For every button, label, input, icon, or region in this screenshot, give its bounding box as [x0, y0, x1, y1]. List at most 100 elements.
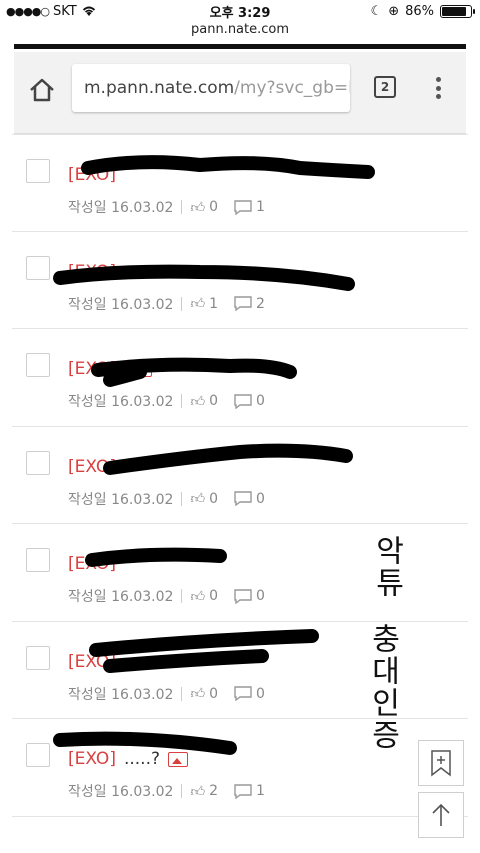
post-title-text: .....?: [123, 749, 160, 769]
post-category: [EXO]: [68, 651, 116, 672]
post-meta: 작성일 16.03.02 👍︎ 0 0: [68, 586, 265, 606]
tab-switcher-button[interactable]: 2: [374, 76, 396, 98]
divider: [181, 589, 183, 603]
post-date: 작성일 16.03.02: [68, 200, 174, 216]
comment-icon: [234, 296, 252, 311]
thumbs-up-icon: 👍︎: [190, 588, 206, 605]
divider: [181, 491, 183, 506]
thumbs-up-icon: 👍︎: [190, 491, 206, 507]
divider: [14, 44, 466, 49]
post-meta: 작성일 16.03.02 👍︎ 0 1: [68, 197, 265, 217]
post-category: [EXO]: [68, 749, 116, 769]
home-button[interactable]: [26, 74, 58, 106]
post-title[interactable]: [EXO]: [68, 554, 124, 574]
image-attached-icon: [168, 751, 188, 767]
like-count: 0: [209, 393, 218, 409]
address-domain: m.pann.nate.com: [84, 78, 235, 98]
comment-icon: [234, 199, 252, 215]
post-meta: 작성일 16.03.02 👍︎ 0 0: [68, 391, 265, 411]
page-domain: pann.nate.com: [190, 22, 290, 37]
handwriting-line-2: 충대인증: [365, 623, 400, 751]
more-vert-icon[interactable]: [429, 74, 447, 102]
status-bar: ●●●●○ SKT 오후 3:29 ☾ ⊕ 86%: [0, 0, 480, 22]
divider: [181, 686, 183, 701]
post-date: 작성일 16.03.02: [68, 491, 174, 508]
select-checkbox[interactable]: [26, 255, 50, 280]
divider: [181, 784, 183, 798]
comment-count: 1: [256, 199, 265, 215]
address-bar[interactable]: m.pann.nate.com/my?svc_gb=F&: [72, 64, 350, 112]
bookmark-button[interactable]: [418, 740, 464, 786]
post-title[interactable]: [EXO]: [68, 457, 124, 477]
post-meta: 작성일 16.03.02 👍︎ 1 2: [68, 294, 265, 314]
post-date: 작성일 16.03.02: [68, 686, 174, 703]
post-date: 작성일 16.03.02: [68, 394, 174, 410]
comment-icon: [234, 491, 252, 506]
post-date: 작성일 16.03.02: [68, 296, 174, 313]
like-count: 0: [209, 685, 218, 702]
divider: [181, 200, 183, 214]
handwritten-note: 악튜 충대인증: [340, 535, 404, 770]
image-attached-icon: [131, 361, 152, 377]
like-count: 0: [209, 490, 218, 507]
like-count: 0: [209, 588, 218, 604]
post-date: 작성일 16.03.02: [68, 784, 174, 800]
thumbs-up-icon: 👍︎: [190, 393, 206, 410]
list-item[interactable]: [EXO] 작성일 16.03.02 👍︎ 0 0: [12, 329, 468, 427]
list-item[interactable]: [EXO] 작성일 16.03.02 👍︎ 0 1: [12, 134, 468, 232]
rotation-lock-icon: ⊕: [388, 3, 400, 19]
home-icon: [30, 78, 54, 102]
comment-count: 2: [256, 295, 265, 312]
like-count: 1: [209, 295, 218, 312]
bookmark-add-icon: [431, 750, 451, 777]
comment-icon: [234, 783, 252, 799]
post-meta: 작성일 16.03.02 👍︎ 2 1: [68, 781, 265, 801]
comment-count: 0: [256, 490, 265, 507]
comment-count: 0: [256, 685, 265, 702]
divider: [181, 296, 183, 311]
comment-icon: [234, 393, 252, 409]
battery-level: [442, 6, 467, 16]
post-title[interactable]: [EXO] .....?: [68, 749, 188, 769]
scroll-top-button[interactable]: [418, 792, 464, 838]
battery-percent: 86%: [405, 3, 434, 19]
arrow-up-icon: [432, 803, 450, 826]
list-item[interactable]: [EXO] 작성일 16.03.02 👍︎ 0 0: [12, 427, 468, 524]
select-checkbox[interactable]: [26, 743, 50, 767]
post-title-text: ...: [123, 651, 141, 672]
post-date: 작성일 16.03.02: [68, 589, 174, 605]
post-meta: 작성일 16.03.02 👍︎ 0 0: [68, 489, 265, 509]
post-title[interactable]: [EXO] ...: [68, 652, 140, 672]
comment-count: 0: [256, 393, 265, 409]
post-meta: 작성일 16.03.02 👍︎ 0 0: [68, 684, 265, 704]
select-checkbox[interactable]: [26, 645, 50, 670]
like-count: 0: [209, 199, 218, 215]
battery-icon: [440, 4, 475, 18]
post-title[interactable]: [EXO]: [68, 262, 124, 282]
comment-icon: [234, 588, 252, 604]
select-checkbox[interactable]: [26, 353, 50, 377]
post-category: [EXO]: [68, 359, 116, 379]
select-checkbox[interactable]: [26, 450, 50, 475]
comment-icon: [234, 686, 252, 701]
post-title[interactable]: [EXO]: [68, 359, 152, 379]
address-path: /my?svc_gb=F&: [234, 78, 350, 98]
post-category: [EXO]: [68, 456, 116, 477]
browser-toolbar: m.pann.nate.com/my?svc_gb=F& 2: [14, 52, 466, 134]
comment-count: 1: [256, 783, 265, 799]
post-category: [EXO]: [68, 554, 116, 574]
post-title[interactable]: [EXO]: [68, 165, 124, 185]
thumbs-up-icon: 👍︎: [190, 783, 206, 800]
thumbs-up-icon: 👍︎: [190, 199, 206, 216]
like-count: 2: [209, 783, 218, 799]
post-category: [EXO]: [68, 165, 116, 185]
moon-icon: ☾: [370, 3, 383, 19]
list-item[interactable]: [EXO] 작성일 16.03.02 👍︎ 1 2: [12, 232, 468, 329]
thumbs-up-icon: 👍︎: [190, 296, 206, 312]
handwriting-line-1: 악튜: [369, 535, 404, 599]
select-checkbox[interactable]: [26, 159, 50, 183]
thumbs-up-icon: 👍︎: [190, 686, 206, 702]
divider: [181, 394, 183, 408]
post-category: [EXO]: [68, 261, 116, 282]
select-checkbox[interactable]: [26, 548, 50, 572]
